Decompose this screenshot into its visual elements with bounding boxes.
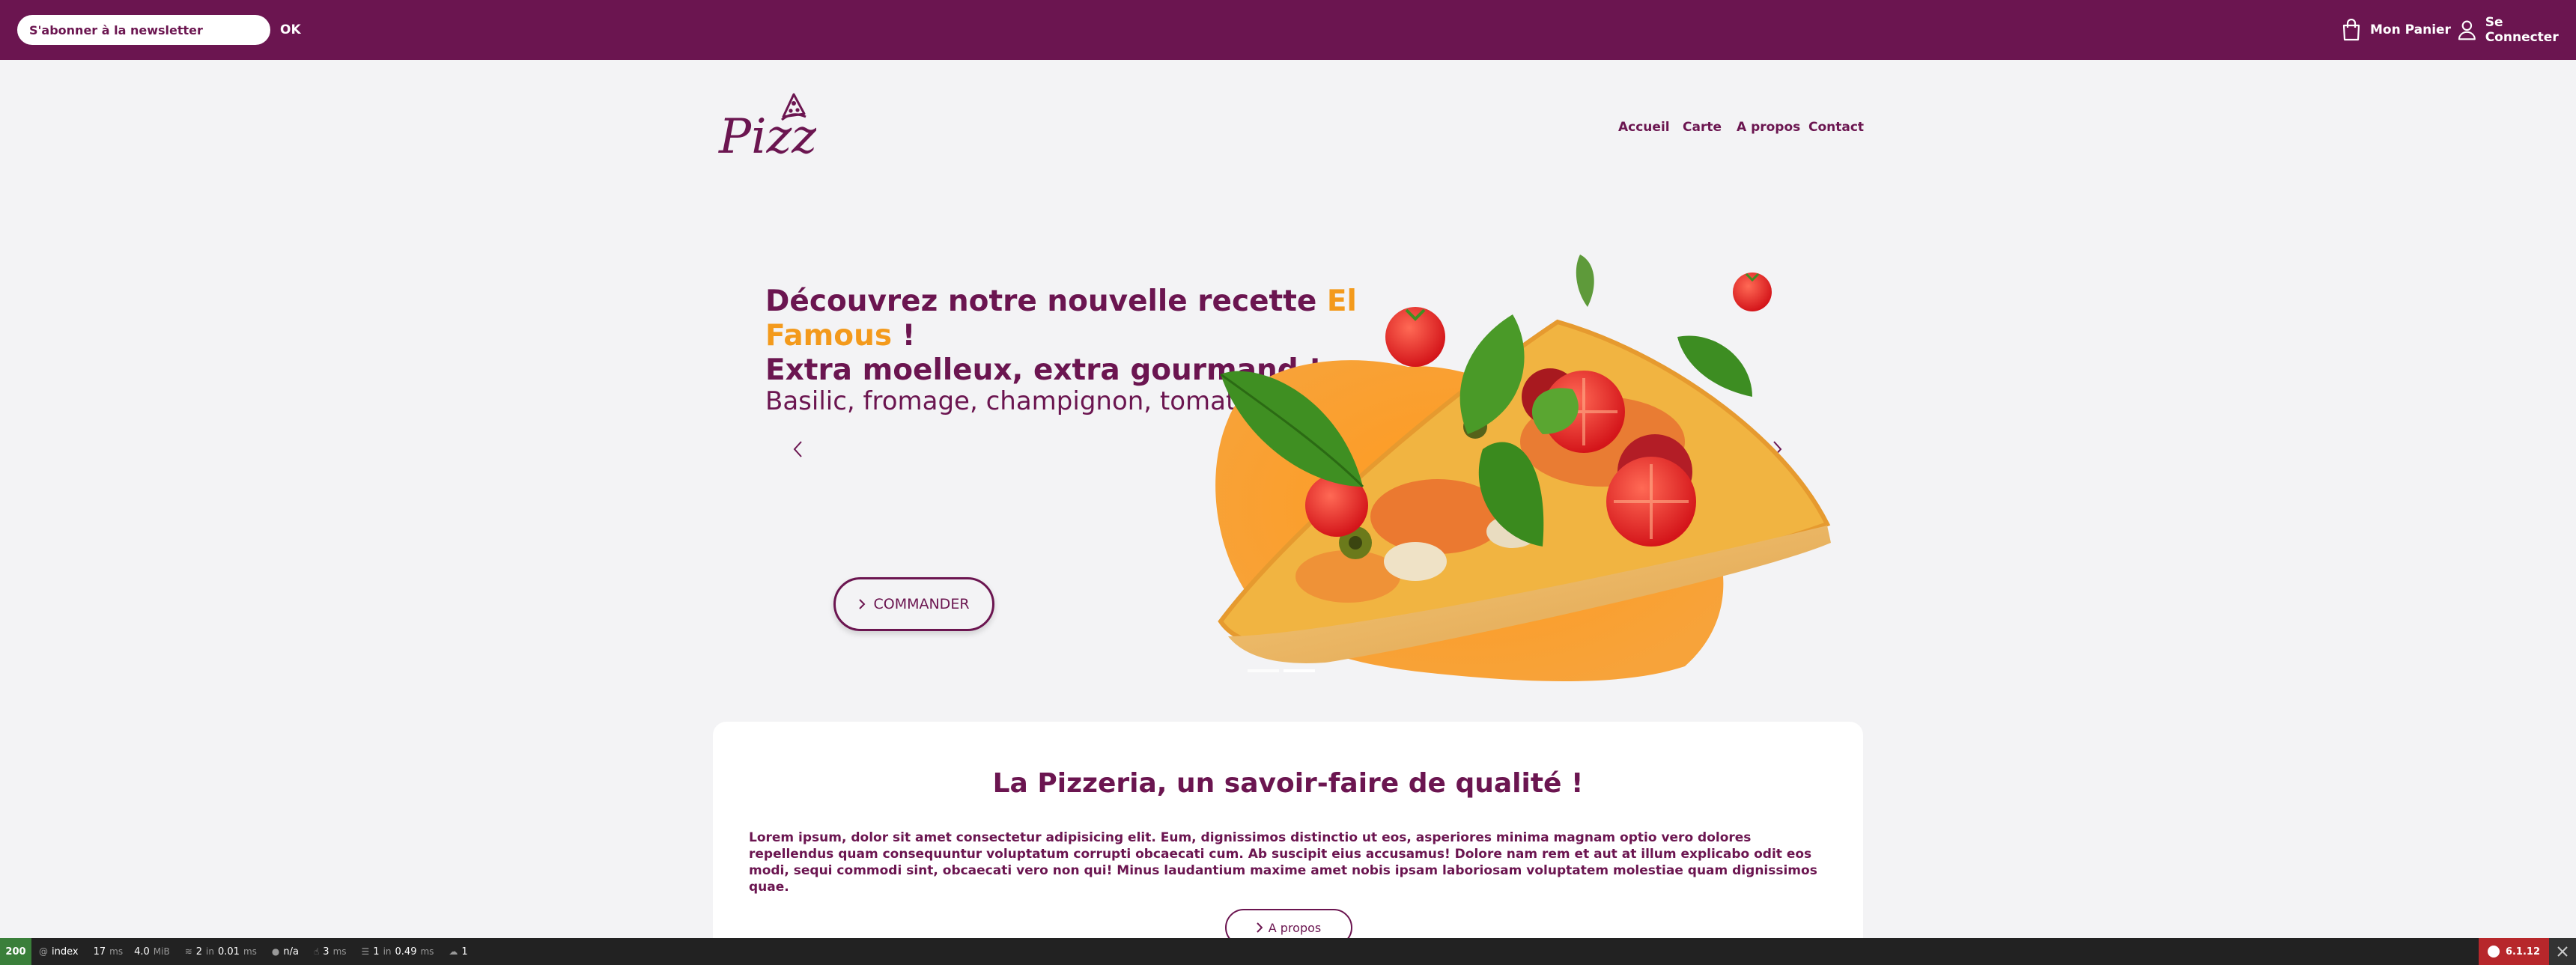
newsletter-ok-button[interactable]: OK [280,19,301,40]
login-label: Se Connecter [2485,15,2559,45]
debug-cache-unit: ms [243,946,257,957]
database-icon: ☰ [361,946,370,957]
nav-contact[interactable]: Contact [1808,120,1864,136]
debug-time[interactable]: 17 ms 4.0 MiB [86,938,177,965]
cloud-icon: ☁ [449,946,458,957]
debug-memory-value: 4.0 [134,946,150,958]
debug-assets[interactable]: ☁ 1 [441,938,475,965]
nav-carte[interactable]: Carte [1683,120,1722,136]
debug-assets-count: 1 [461,946,468,958]
at-icon: @ [39,946,48,957]
newsletter-input[interactable] [17,15,270,45]
debug-status-code[interactable]: 200 [0,938,31,965]
debug-memory-unit: MiB [153,946,170,957]
debug-cache-count: 2 [195,946,203,958]
carousel-indicators [1248,669,1315,672]
debug-cache[interactable]: ≋ 2 in 0.01 ms [177,938,264,965]
debug-version-label: 6.1.12 [2505,946,2540,958]
carousel-dot-active[interactable] [1284,669,1315,672]
nav-accueil[interactable]: Accueil [1618,120,1670,136]
debug-cache-in: in [206,946,214,957]
close-icon[interactable] [2549,938,2576,965]
about-title: La Pizzeria, un savoir-faire de qualité … [992,768,1584,799]
debug-time-value: 17 [93,946,106,958]
debug-user-value: n/a [283,946,299,958]
svg-text:Pizza: Pizza [718,109,816,165]
debug-events-time: 3 [323,946,329,958]
user-icon: ● [271,946,280,957]
cart-label: Mon Panier [2370,22,2451,37]
chevron-right-icon [1257,922,1263,933]
debug-version[interactable]: 6.1.12 [2478,938,2549,965]
chevron-right-icon [859,599,866,609]
login-link[interactable]: Se Connecter [2458,15,2576,45]
shopping-bag-icon [2342,19,2360,41]
about-section: La Pizzeria, un savoir-faire de qualité … [713,722,1863,965]
debug-db-in: in [383,946,392,957]
site-logo[interactable]: Pizza [717,91,845,166]
cart-link[interactable]: Mon Panier [2342,18,2451,42]
nav-a-propos[interactable]: A propos [1737,120,1800,136]
about-button-label: A propos [1268,920,1322,935]
debug-events[interactable]: ☝ 3 ms [306,938,354,965]
top-bar: OK Mon Panier Se Connecter [0,0,2576,60]
debug-time-unit: ms [109,946,124,957]
debug-toolbar: 200 @ index 17 ms 4.0 MiB ≋ 2 in 0.01 ms… [0,938,2576,965]
debug-db-count: 1 [373,946,380,958]
carousel-dot[interactable] [1248,669,1279,672]
debug-db-time: 0.49 [395,946,417,958]
debug-route[interactable]: @ index [31,938,86,965]
user-icon [2458,20,2476,40]
pizza-image [1215,255,1831,681]
debug-route-label: index [52,946,79,958]
commander-button[interactable]: COMMANDER [833,577,994,631]
debug-user[interactable]: ● n/a [264,938,306,965]
pointer-icon: ☝ [313,946,320,957]
commander-label: COMMANDER [873,596,970,612]
debug-database[interactable]: ☰ 1 in 0.49 ms [354,938,442,965]
symfony-icon [2487,946,2500,958]
hero-title-part2: ! [892,319,916,353]
about-text: Lorem ipsum, dolor sit amet consectetur … [749,830,1817,895]
debug-db-unit: ms [420,946,434,957]
debug-cache-time: 0.01 [217,946,240,958]
carousel-prev-arrow-icon[interactable] [789,437,807,461]
debug-events-unit: ms [332,946,347,957]
layers-icon: ≋ [184,946,192,957]
